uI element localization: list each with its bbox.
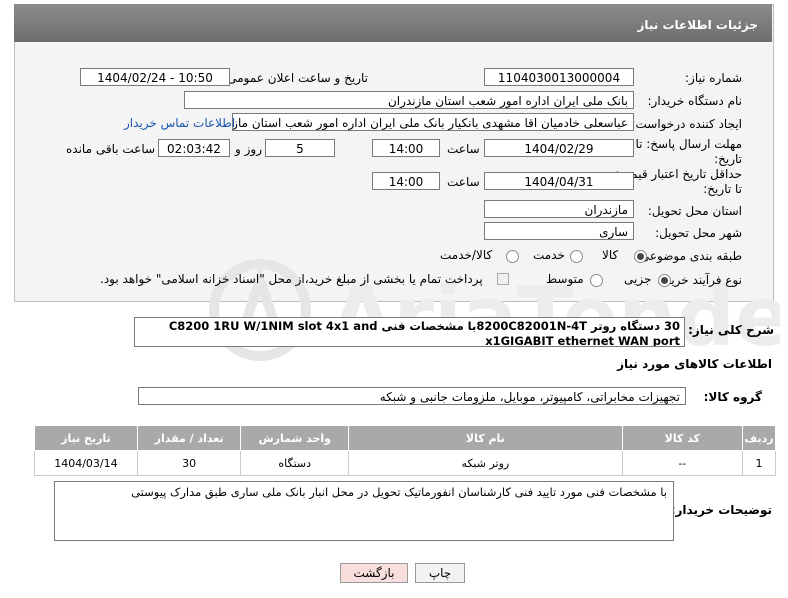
goods-table: ردیف کد کالا نام کالا واحد شمارش تعداد /… bbox=[34, 425, 776, 476]
goods-group-label: گروه کالا: bbox=[703, 390, 762, 404]
requester-field: عباسعلی خادمیان اقا مشهدی بانکیار بانک م… bbox=[232, 113, 634, 131]
category-radio-service[interactable] bbox=[570, 250, 583, 263]
col-code: کد کالا bbox=[621, 425, 744, 451]
city-label: شهر محل تحویل: bbox=[655, 226, 742, 240]
need-number-field: 1104030013000004 bbox=[484, 68, 634, 86]
page-title: جزئیات اطلاعات نیاز bbox=[637, 18, 758, 32]
category-option-goods: کالا bbox=[602, 248, 619, 262]
col-index: ردیف bbox=[742, 425, 776, 451]
deadline-label: مهلت ارسال پاسخ: تا bbox=[635, 137, 742, 151]
col-unit: واحد شمارش bbox=[240, 425, 350, 451]
deadline-hour-label: ساعت bbox=[447, 142, 480, 156]
process-option-medium: متوسط bbox=[546, 272, 584, 286]
row-name: روتر شبکه bbox=[348, 450, 623, 476]
contact-buyer-link[interactable]: اطلاعات تماس خریدار bbox=[124, 116, 235, 130]
province-label: استان محل تحویل: bbox=[647, 204, 742, 218]
goods-section-title: اطلاعات کالاهای مورد نیاز bbox=[617, 357, 772, 371]
notes-label: توضیحات خریدار: bbox=[670, 503, 772, 517]
back-button[interactable]: بازگشت bbox=[340, 563, 408, 583]
col-qty: تعداد / مقدار bbox=[136, 425, 242, 451]
validity-label-2: تا تاریخ: bbox=[703, 182, 742, 196]
row-unit: دستگاه bbox=[240, 450, 350, 476]
col-name: نام کالا bbox=[348, 425, 623, 451]
row-code: -- bbox=[621, 450, 744, 476]
buyer-org-label: نام دستگاه خریدار: bbox=[647, 94, 743, 108]
category-label: طبقه بندی موضوعی: bbox=[635, 249, 742, 263]
announce-label: تاریخ و ساعت اعلان عمومی: bbox=[223, 71, 368, 85]
category-radio-goods[interactable] bbox=[634, 250, 647, 263]
province-field: مازندران bbox=[484, 200, 634, 218]
process-radio-minor[interactable] bbox=[658, 274, 671, 287]
requester-label: ایجاد کننده درخواست: bbox=[631, 117, 742, 131]
category-option-service: خدمت bbox=[533, 248, 565, 262]
summary-label: شرح کلی نیاز: bbox=[688, 323, 774, 337]
process-option-minor: جزیی bbox=[624, 272, 652, 286]
goods-table-header: ردیف کد کالا نام کالا واحد شمارش تعداد /… bbox=[34, 425, 776, 451]
validity-date-field: 1404/04/31 bbox=[484, 172, 634, 190]
summary-textarea[interactable]: 30 دستگاه روتر 8200C82001N-4Tبا مشخصات ف… bbox=[134, 317, 685, 347]
table-row: 1 -- روتر شبکه دستگاه 30 1404/03/14 bbox=[34, 450, 776, 476]
process-radio-medium[interactable] bbox=[590, 274, 603, 287]
remaining-label: ساعت باقی مانده bbox=[66, 142, 156, 156]
notes-textarea[interactable]: با مشخصات فنی مورد تایید فنی کارشناسان ا… bbox=[54, 481, 674, 541]
print-button[interactable]: چاپ bbox=[415, 563, 465, 583]
category-radio-both[interactable] bbox=[506, 250, 519, 263]
validity-hour-label: ساعت bbox=[447, 175, 480, 189]
payment-checkbox[interactable] bbox=[497, 273, 509, 285]
goods-group-field: تجهیزات مخابراتی، کامپیوتر، موبایل، ملزو… bbox=[138, 387, 686, 405]
announce-field: 1404/02/24 - 10:50 bbox=[80, 68, 230, 86]
validity-time-field: 14:00 bbox=[372, 172, 440, 190]
panel-header: جزئیات اطلاعات نیاز bbox=[14, 4, 772, 42]
col-date: تاریخ نیاز bbox=[34, 425, 138, 451]
remaining-time-field: 02:03:42 bbox=[158, 139, 230, 157]
row-index: 1 bbox=[742, 450, 776, 476]
validity-label: حداقل تاریخ اعتبار قیمت: bbox=[615, 167, 742, 181]
days-label: روز و bbox=[235, 142, 262, 156]
deadline-time-field: 14:00 bbox=[372, 139, 440, 157]
category-option-both: کالا/خدمت bbox=[440, 248, 493, 262]
row-date: 1404/03/14 bbox=[34, 450, 138, 476]
days-field: 5 bbox=[265, 139, 335, 157]
buyer-org-field: بانک ملی ایران اداره امور شعب استان مازن… bbox=[184, 91, 634, 109]
need-number-label: شماره نیاز: bbox=[685, 71, 742, 85]
city-field: ساری bbox=[484, 222, 634, 240]
deadline-label-2: تاریخ: bbox=[714, 152, 742, 166]
payment-text: پرداخت تمام یا بخشی از مبلغ خرید،از محل … bbox=[100, 272, 483, 286]
deadline-date-field: 1404/02/29 bbox=[484, 139, 634, 157]
row-qty: 30 bbox=[136, 450, 242, 476]
